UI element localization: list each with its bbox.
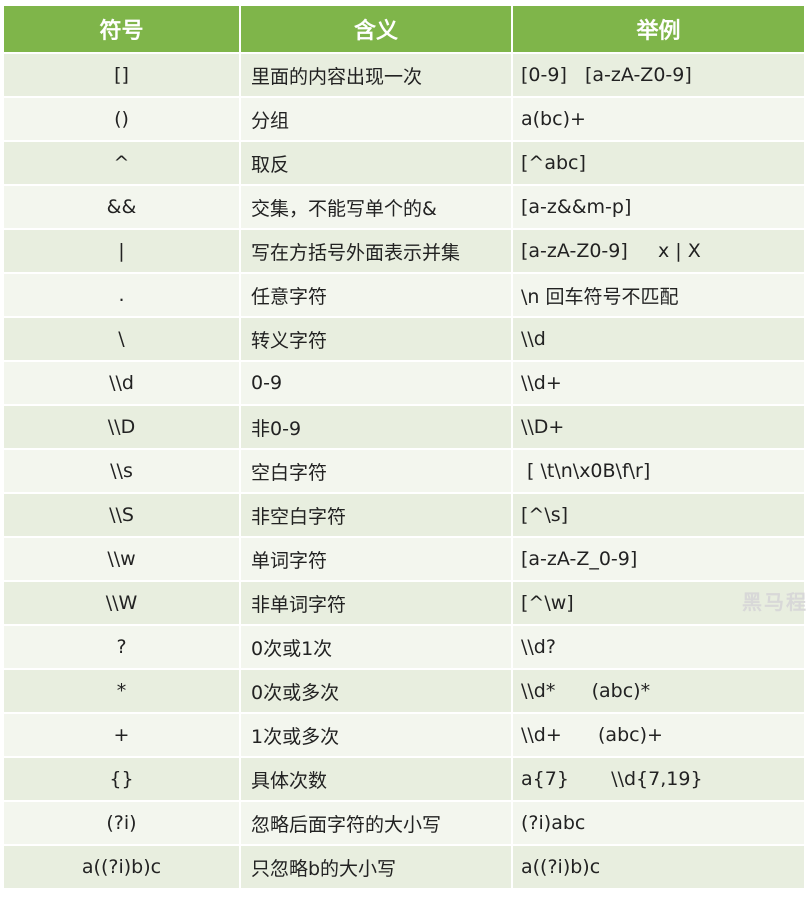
cell-meaning: 0-9	[240, 360, 513, 405]
cell-example: [a-zA-Z_0-9]	[512, 536, 804, 581]
cell-symbol: *	[4, 668, 241, 713]
cell-example: \\d+ (abc)+	[512, 712, 804, 757]
table-row: (?i) 忽略后面字符的大小写 (?i)abc	[4, 800, 804, 845]
regex-table-container: 符号 含义 举例 [] 里面的内容出现一次 [0-9] [a-zA-Z0-9] …	[4, 6, 804, 888]
cell-meaning: 忽略后面字符的大小写	[240, 800, 513, 845]
cell-meaning: 非单词字符	[240, 580, 513, 625]
cell-meaning: 里面的内容出现一次	[240, 52, 513, 97]
cell-symbol: +	[4, 712, 241, 757]
watermark-text: 黑马程	[742, 590, 808, 614]
table-header-row: 符号 含义 举例	[4, 6, 804, 53]
cell-example: [a-z&&m-p]	[512, 184, 804, 229]
table-row: \\s 空白字符 [ \t\n\x0B\f\r]	[4, 448, 804, 493]
cell-example: \\D+	[512, 404, 804, 449]
cell-symbol: \\s	[4, 448, 241, 493]
table-row: + 1次或多次 \\d+ (abc)+	[4, 712, 804, 757]
cell-meaning: 0次或多次	[240, 668, 513, 713]
cell-symbol: \\w	[4, 536, 241, 581]
table-row: * 0次或多次 \\d* (abc)*	[4, 668, 804, 713]
cell-example: [0-9] [a-zA-Z0-9]	[512, 52, 804, 97]
cell-example: a(bc)+	[512, 96, 804, 141]
table-row: \\S 非空白字符 [^\s]	[4, 492, 804, 537]
cell-symbol: .	[4, 272, 241, 317]
cell-symbol: \\S	[4, 492, 241, 537]
table-row: () 分组 a(bc)+	[4, 96, 804, 141]
cell-example: \\d?	[512, 624, 804, 669]
cell-symbol: \\d	[4, 360, 241, 405]
cell-meaning: 交集，不能写单个的&	[240, 184, 513, 229]
header-symbol: 符号	[4, 6, 241, 53]
cell-symbol: []	[4, 52, 241, 97]
cell-meaning: 空白字符	[240, 448, 513, 493]
cell-example: \\d	[512, 316, 804, 361]
table-row: \\D 非0-9 \\D+	[4, 404, 804, 449]
header-example: 举例	[512, 6, 804, 53]
cell-meaning: 具体次数	[240, 756, 513, 801]
table-row: \\d 0-9 \\d+	[4, 360, 804, 405]
cell-example: [^\s]	[512, 492, 804, 537]
cell-example: (?i)abc	[512, 800, 804, 845]
cell-symbol: \\D	[4, 404, 241, 449]
cell-meaning: 非0-9	[240, 404, 513, 449]
cell-symbol: ^	[4, 140, 241, 185]
cell-meaning: 1次或多次	[240, 712, 513, 757]
cell-meaning: 取反	[240, 140, 513, 185]
cell-symbol: ()	[4, 96, 241, 141]
cell-symbol: |	[4, 228, 241, 273]
table-row: \ 转义字符 \\d	[4, 316, 804, 361]
header-meaning: 含义	[240, 6, 513, 53]
cell-meaning: 非空白字符	[240, 492, 513, 537]
cell-example: \\d* (abc)*	[512, 668, 804, 713]
cell-example: \\d+	[512, 360, 804, 405]
cell-meaning: 0次或1次	[240, 624, 513, 669]
table-row: && 交集，不能写单个的& [a-z&&m-p]	[4, 184, 804, 229]
cell-symbol: \	[4, 316, 241, 361]
cell-symbol: &&	[4, 184, 241, 229]
table-row: [] 里面的内容出现一次 [0-9] [a-zA-Z0-9]	[4, 52, 804, 97]
table-row: ^ 取反 [^abc]	[4, 140, 804, 185]
cell-symbol: \\W	[4, 580, 241, 625]
cell-meaning: 分组	[240, 96, 513, 141]
cell-meaning: 转义字符	[240, 316, 513, 361]
cell-example: a((?i)b)c	[512, 844, 804, 888]
table-row: ? 0次或1次 \\d?	[4, 624, 804, 669]
cell-example: a{7} \\d{7,19}	[512, 756, 804, 801]
cell-example: [ \t\n\x0B\f\r]	[512, 448, 804, 493]
cell-symbol: (?i)	[4, 800, 241, 845]
regex-syntax-table: 符号 含义 举例 [] 里面的内容出现一次 [0-9] [a-zA-Z0-9] …	[4, 6, 804, 888]
cell-meaning: 任意字符	[240, 272, 513, 317]
cell-meaning: 只忽略b的大小写	[240, 844, 513, 888]
cell-symbol: a((?i)b)c	[4, 844, 241, 888]
table-row: . 任意字符 \n 回车符号不匹配	[4, 272, 804, 317]
table-row: \\w 单词字符 [a-zA-Z_0-9]	[4, 536, 804, 581]
cell-symbol: ?	[4, 624, 241, 669]
table-row: \\W 非单词字符 [^\w]	[4, 580, 804, 625]
table-row: a((?i)b)c 只忽略b的大小写 a((?i)b)c	[4, 844, 804, 888]
cell-symbol: {}	[4, 756, 241, 801]
cell-example: [^abc]	[512, 140, 804, 185]
cell-example: [a-zA-Z0-9] x | X	[512, 228, 804, 273]
table-row: | 写在方括号外面表示并集 [a-zA-Z0-9] x | X	[4, 228, 804, 273]
cell-meaning: 写在方括号外面表示并集	[240, 228, 513, 273]
cell-meaning: 单词字符	[240, 536, 513, 581]
cell-example: \n 回车符号不匹配	[512, 272, 804, 317]
table-row: {} 具体次数 a{7} \\d{7,19}	[4, 756, 804, 801]
